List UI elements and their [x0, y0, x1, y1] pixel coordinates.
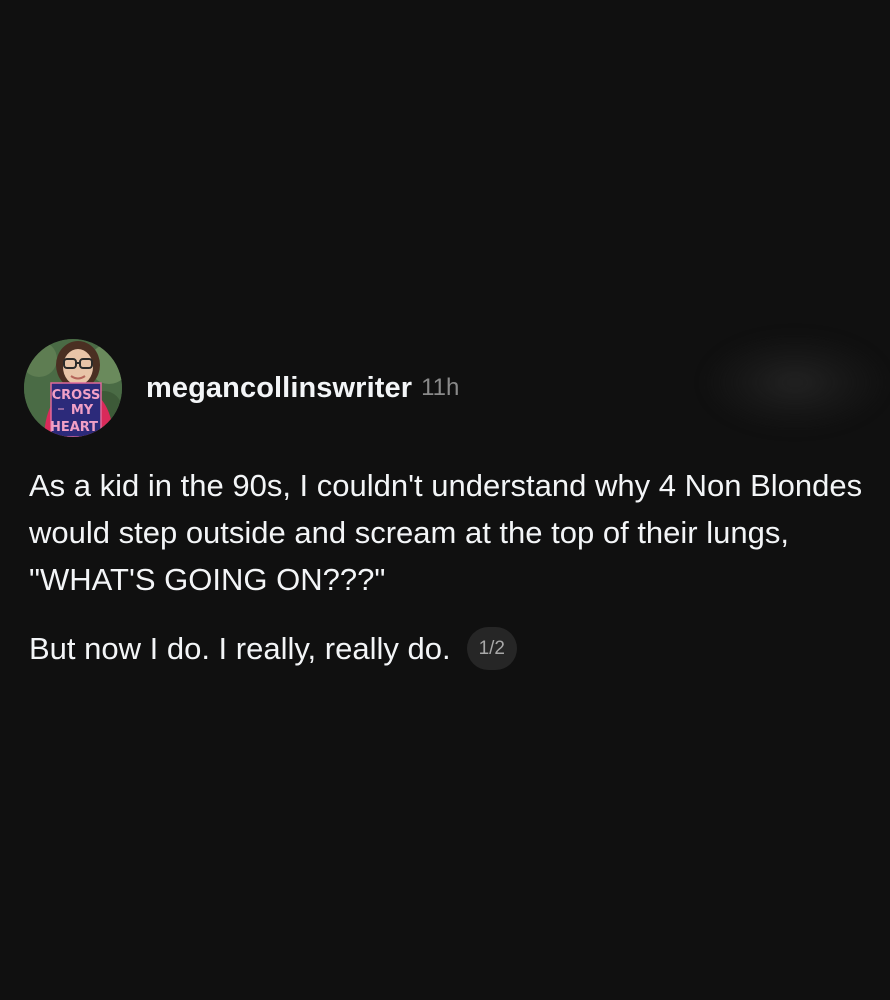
author-username[interactable]: megancollinswriter [146, 372, 412, 405]
svg-text:MY: MY [71, 403, 94, 418]
post-paragraph-1: As a kid in the 90s, I couldn't understa… [29, 468, 863, 597]
pagination-badge[interactable]: 1/2 [466, 627, 517, 670]
avatar[interactable]: CROSS MY HEART [24, 339, 122, 437]
svg-text:CROSS: CROSS [52, 388, 101, 403]
background-smudge [705, 335, 885, 430]
avatar-photo: CROSS MY HEART [24, 339, 122, 437]
svg-text:HEART: HEART [50, 420, 98, 435]
post-header: CROSS MY HEART megancollinswriter 11h [24, 339, 459, 437]
thread-post: CROSS MY HEART megancollinswriter 11h As… [0, 0, 890, 1000]
post-paragraph-2: But now I do. I really, really do. [29, 631, 451, 666]
post-paragraph-2-row: But now I do. I really, really do. 1/2 [29, 625, 869, 672]
post-timestamp: 11h [421, 374, 460, 401]
post-body: As a kid in the 90s, I couldn't understa… [29, 462, 869, 672]
